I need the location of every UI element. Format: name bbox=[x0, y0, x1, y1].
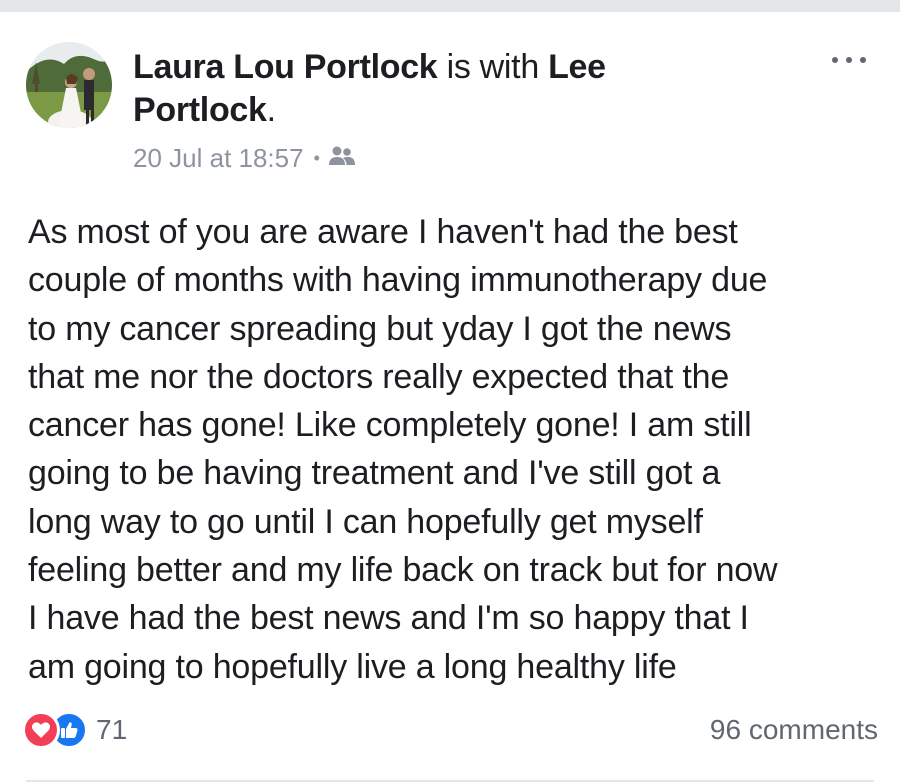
post-card: Laura Lou Portlock is with Lee Portlock. … bbox=[0, 12, 900, 784]
tagged-name-first[interactable]: Lee bbox=[548, 48, 606, 86]
more-dot-icon bbox=[846, 57, 852, 63]
tagged-name-last[interactable]: Portlock bbox=[133, 91, 267, 129]
love-reaction-icon bbox=[22, 711, 60, 749]
feed-top-strip bbox=[0, 0, 900, 12]
header-period: . bbox=[266, 91, 276, 129]
post-body-line: As most of you are aware I haven't had t… bbox=[28, 213, 738, 251]
with-text: is with bbox=[437, 48, 549, 86]
post-body: As most of you are aware I haven't had t… bbox=[28, 208, 888, 691]
post-body-line: to my cancer spreading but yday I got th… bbox=[28, 309, 732, 348]
post-meta: 20 Jul at 18:57 • bbox=[133, 142, 356, 174]
more-dot-icon bbox=[860, 57, 866, 63]
post-body-line: going to be having treatment and I've st… bbox=[28, 454, 721, 493]
more-dot-icon bbox=[832, 57, 838, 63]
post-body-line: couple of months with having immunothera… bbox=[28, 261, 768, 300]
friends-icon[interactable] bbox=[328, 143, 356, 174]
meta-separator: • bbox=[313, 147, 320, 168]
post-body-line: am going to hopefully live a long health… bbox=[28, 647, 677, 686]
post-body-line: cancer has gone! Like completely gone! I… bbox=[28, 406, 752, 445]
author-name[interactable]: Laura Lou Portlock bbox=[133, 48, 438, 86]
post-body-line: long way to go until I can hopefully get… bbox=[28, 502, 703, 541]
post-header: Laura Lou Portlock is with Lee Portlock. bbox=[133, 46, 753, 132]
avatar-photo bbox=[26, 42, 112, 128]
post-body-line: that me nor the doctors really expected … bbox=[28, 357, 730, 396]
avatar[interactable] bbox=[26, 42, 112, 128]
post-body-line: feeling better and my life back on track… bbox=[28, 551, 778, 590]
post-timestamp[interactable]: 20 Jul at 18:57 bbox=[133, 143, 304, 174]
reactions-summary[interactable]: 71 bbox=[22, 711, 128, 749]
action-bar-divider bbox=[26, 780, 874, 782]
post-body-line: I have had the best news and I'm so happ… bbox=[28, 599, 749, 638]
reaction-count: 71 bbox=[96, 714, 128, 745]
comments-count-link[interactable]: 96 comments bbox=[710, 712, 878, 748]
more-options-button[interactable] bbox=[832, 50, 866, 70]
